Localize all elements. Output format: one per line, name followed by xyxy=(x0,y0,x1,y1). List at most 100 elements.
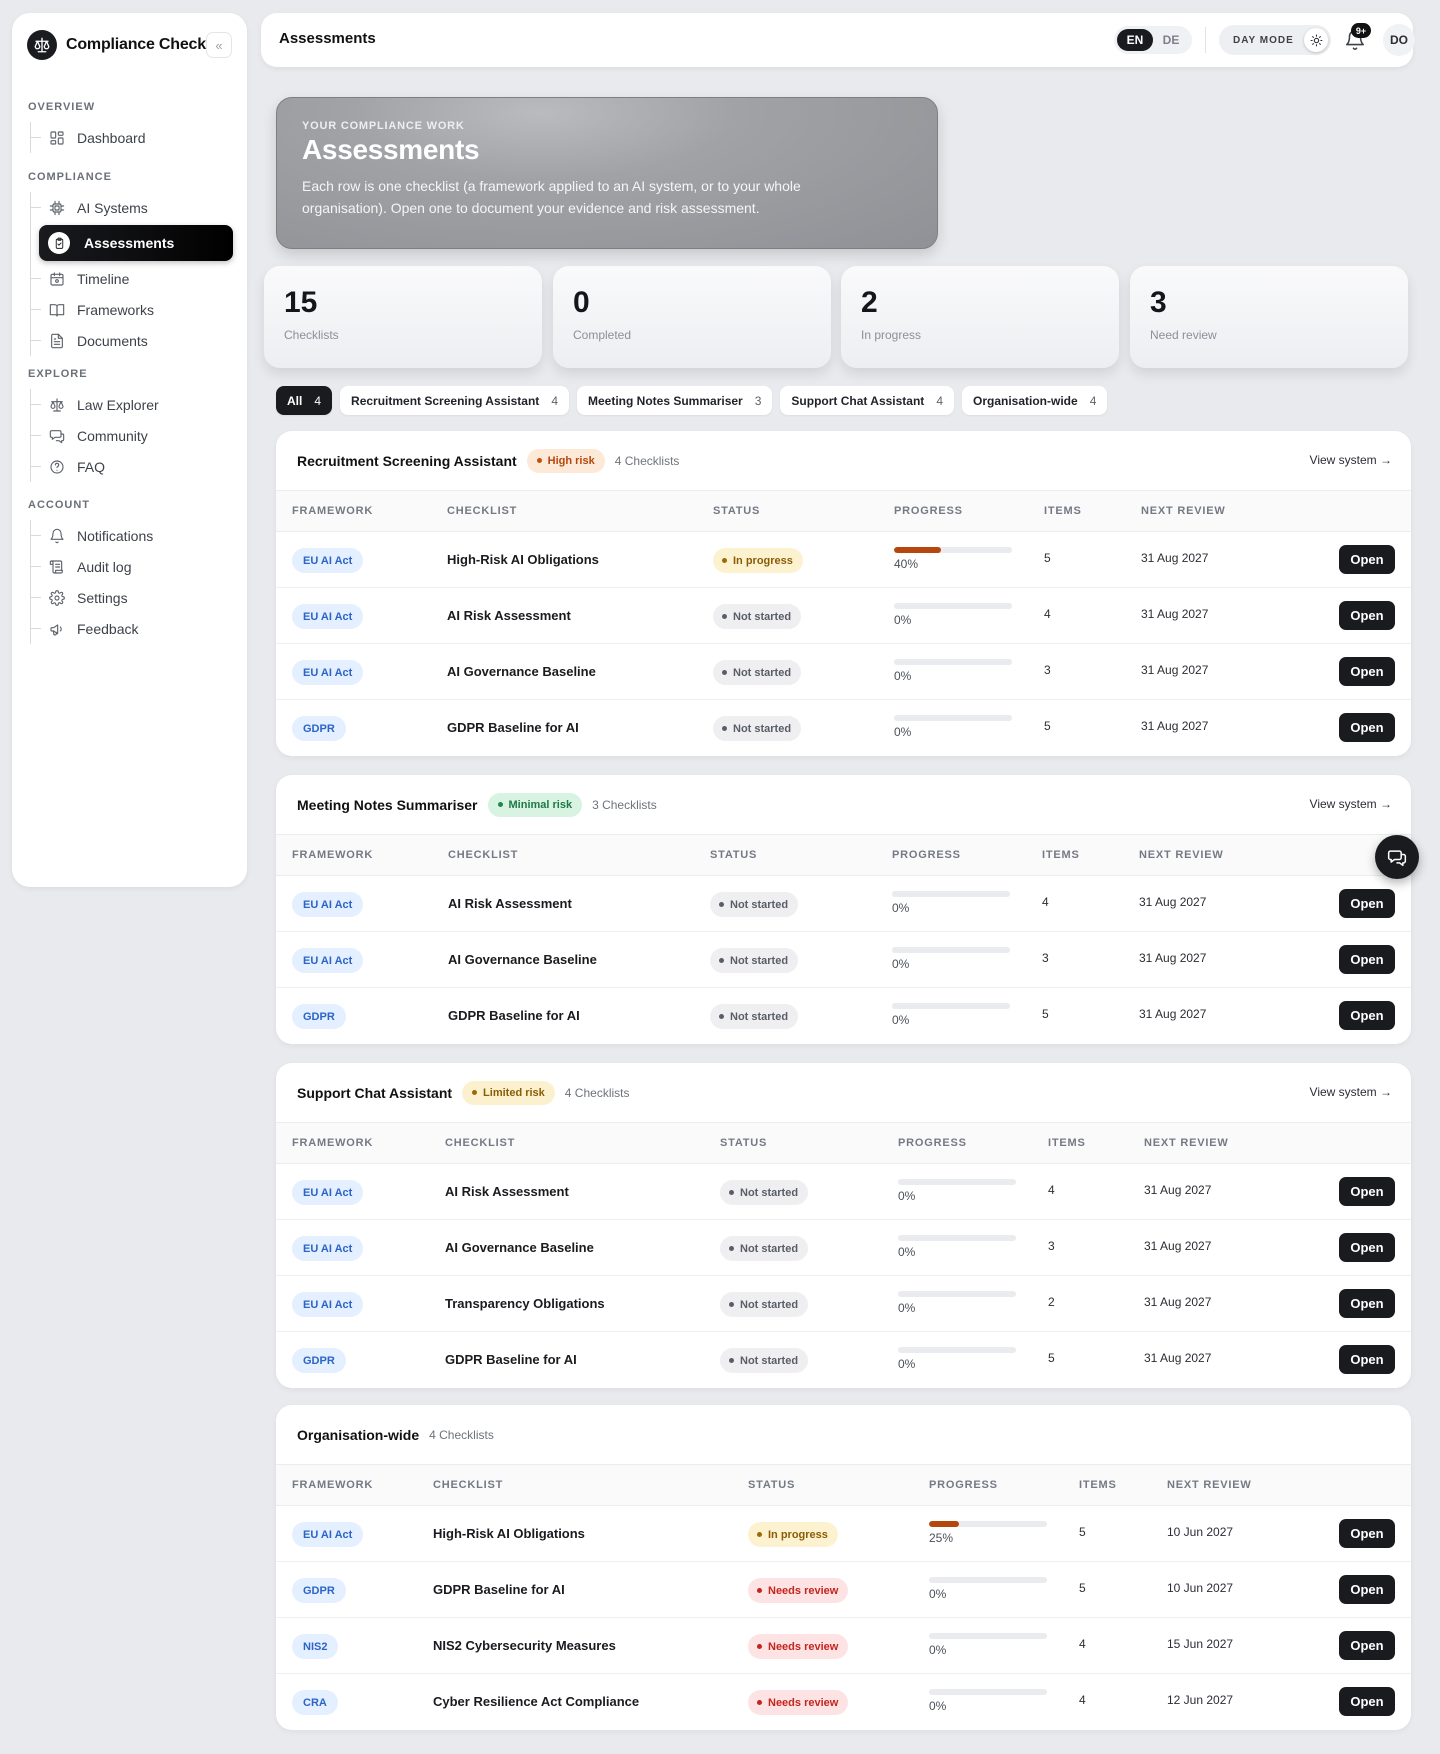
open-checklist-button[interactable]: Open xyxy=(1339,1519,1395,1548)
checklist-name: AI Risk Assessment xyxy=(448,896,572,911)
filter-chip-all[interactable]: All 4 xyxy=(276,386,333,415)
open-checklist-button[interactable]: Open xyxy=(1339,1687,1395,1716)
language-option-de[interactable]: DE xyxy=(1153,29,1189,51)
items-count: 4 xyxy=(1079,1637,1086,1651)
sidebar-item-feedback[interactable]: Feedback xyxy=(31,613,233,644)
view-system-link[interactable]: View system → xyxy=(1310,453,1392,467)
progress-percent: 25% xyxy=(929,1531,954,1545)
filter-chip-recruitment-screening-assistant[interactable]: Recruitment Screening Assistant 4 xyxy=(340,386,569,415)
table-row[interactable]: EU AI Act AI Risk Assessment Not started 0%… xyxy=(276,1164,1411,1220)
open-checklist-button[interactable]: Open xyxy=(1339,889,1395,918)
sidebar-item-settings[interactable]: Settings xyxy=(31,582,233,613)
sidebar-item-faq[interactable]: FAQ xyxy=(31,451,233,482)
column-header-progress: PROGRESS xyxy=(898,1137,967,1149)
open-checklist-button[interactable]: Open xyxy=(1339,545,1395,574)
table-row[interactable]: GDPR GDPR Baseline for AI Needs review 0% 5 1… xyxy=(276,1562,1411,1618)
checklist-name: GDPR Baseline for AI xyxy=(447,720,579,735)
table-row[interactable]: EU AI Act High-Risk AI Obligations In prog… xyxy=(276,532,1411,588)
framework-badge: GDPR xyxy=(292,1578,346,1603)
risk-label: High risk xyxy=(547,454,595,467)
sidebar-item-ai-systems[interactable]: AI Systems xyxy=(31,192,233,223)
framework-badge: EU AI Act xyxy=(292,892,364,917)
filter-chip-support-chat-assistant[interactable]: Support Chat Assistant 4 xyxy=(780,386,954,415)
table-row[interactable]: EU AI Act AI Risk Assessment Not started 0%… xyxy=(276,588,1411,644)
progress-bar xyxy=(898,1291,1016,1297)
table-row[interactable]: EU AI Act Transparency Obligations Not sta… xyxy=(276,1276,1411,1332)
status-label: Needs review xyxy=(768,1696,839,1709)
table-row[interactable]: EU AI Act AI Governance Baseline Not start… xyxy=(276,644,1411,700)
chip-icon xyxy=(49,200,65,216)
nav-list: Notifications Audit log Settings Feedback xyxy=(30,520,233,644)
open-checklist-button[interactable]: Open xyxy=(1339,1289,1395,1318)
framework-badge: GDPR xyxy=(292,716,346,741)
open-checklist-button[interactable]: Open xyxy=(1339,657,1395,686)
open-checklist-button[interactable]: Open xyxy=(1339,1001,1395,1030)
status-badge: Not started xyxy=(710,948,799,973)
table-row[interactable]: GDPR GDPR Baseline for AI Not started 0% 5 31… xyxy=(276,700,1411,756)
progress-bar xyxy=(898,1347,1016,1353)
open-checklist-button[interactable]: Open xyxy=(1339,601,1395,630)
table-row[interactable]: GDPR GDPR Baseline for AI Not started 0% 5 31… xyxy=(276,988,1411,1044)
framework-badge: EU AI Act xyxy=(292,660,364,685)
table-row[interactable]: EU AI Act AI Governance Baseline Not start… xyxy=(276,932,1411,988)
nav-section-compliance: COMPLIANCE AI Systems Assessments Timeline F… xyxy=(28,171,233,356)
sidebar-item-label: Documents xyxy=(77,332,148,349)
sidebar-item-assessments[interactable]: Assessments xyxy=(39,225,233,261)
sidebar-item-frameworks[interactable]: Frameworks xyxy=(31,294,233,325)
view-system-link[interactable]: View system → xyxy=(1310,797,1392,811)
brand[interactable]: Compliance Check xyxy=(27,30,206,60)
open-checklist-button[interactable]: Open xyxy=(1339,1345,1395,1374)
table-row[interactable]: NIS2 NIS2 Cybersecurity Measures Needs rev… xyxy=(276,1618,1411,1674)
open-checklist-button[interactable]: Open xyxy=(1339,1177,1395,1206)
stat-card-checklists: 15 Checklists xyxy=(264,266,542,368)
table-row[interactable]: GDPR GDPR Baseline for AI Not started 0% 5 31… xyxy=(276,1332,1411,1388)
language-option-en[interactable]: EN xyxy=(1117,29,1153,51)
progress-percent: 0% xyxy=(894,669,912,683)
status-badge: In progress xyxy=(713,548,803,573)
filter-chip-meeting-notes-summariser[interactable]: Meeting Notes Summariser 3 xyxy=(577,386,773,415)
sidebar-item-law-explorer[interactable]: Law Explorer xyxy=(31,389,233,420)
open-checklist-button[interactable]: Open xyxy=(1339,1575,1395,1604)
items-count: 3 xyxy=(1044,663,1051,677)
column-header-items: ITEMS xyxy=(1044,505,1082,517)
sidebar-item-dashboard[interactable]: Dashboard xyxy=(31,122,233,153)
open-checklist-button[interactable]: Open xyxy=(1339,945,1395,974)
sidebar-item-documents[interactable]: Documents xyxy=(31,325,233,356)
risk-badge: High risk xyxy=(526,448,605,473)
user-avatar[interactable]: DO xyxy=(1383,24,1415,56)
open-checklist-button[interactable]: Open xyxy=(1339,1233,1395,1262)
column-header-next-review: NEXT REVIEW xyxy=(1144,1137,1229,1149)
stat-label: Need review xyxy=(1150,328,1217,342)
filter-chip-count: 3 xyxy=(754,393,762,408)
checklist-name: AI Governance Baseline xyxy=(447,664,596,679)
status-dot xyxy=(729,1246,734,1251)
collapse-sidebar-button[interactable]: « xyxy=(206,32,232,58)
chat-support-button[interactable] xyxy=(1375,835,1419,879)
table-header: FRAMEWORK CHECKLIST STATUS PROGRESS ITEMS NEX… xyxy=(276,1464,1411,1506)
next-review-date: 31 Aug 2027 xyxy=(1144,1295,1212,1309)
sidebar-item-notifications[interactable]: Notifications xyxy=(31,520,233,551)
filter-chip-organisation-wide[interactable]: Organisation-wide 4 xyxy=(962,386,1108,415)
day-mode-toggle[interactable]: DAY MODE xyxy=(1219,25,1331,55)
framework-badge: EU AI Act xyxy=(292,548,364,573)
progress-bar xyxy=(894,715,1012,721)
table-row[interactable]: EU AI Act AI Governance Baseline Not start… xyxy=(276,1220,1411,1276)
status-badge: Not started xyxy=(713,604,802,629)
status-dot xyxy=(729,1190,734,1195)
table-row[interactable]: EU AI Act High-Risk AI Obligations In prog… xyxy=(276,1506,1411,1562)
progress-bar xyxy=(898,1235,1016,1241)
open-checklist-button[interactable]: Open xyxy=(1339,1631,1395,1660)
sidebar-item-audit-log[interactable]: Audit log xyxy=(31,551,233,582)
open-checklist-button[interactable]: Open xyxy=(1339,713,1395,742)
table-row[interactable]: EU AI Act AI Risk Assessment Not started 0%… xyxy=(276,876,1411,932)
sidebar-item-community[interactable]: Community xyxy=(31,420,233,451)
table-row[interactable]: CRA Cyber Resilience Act Compliance Needs … xyxy=(276,1674,1411,1730)
help-icon xyxy=(49,459,65,475)
next-review-date: 31 Aug 2027 xyxy=(1141,607,1209,621)
view-system-link[interactable]: View system → xyxy=(1310,1085,1392,1099)
group-name: Organisation-wide xyxy=(297,1426,420,1443)
checklist-name: GDPR Baseline for AI xyxy=(433,1582,565,1597)
checklist-name: High-Risk AI Obligations xyxy=(447,552,599,567)
progress-bar xyxy=(898,1179,1016,1185)
sidebar-item-timeline[interactable]: Timeline xyxy=(31,263,233,294)
